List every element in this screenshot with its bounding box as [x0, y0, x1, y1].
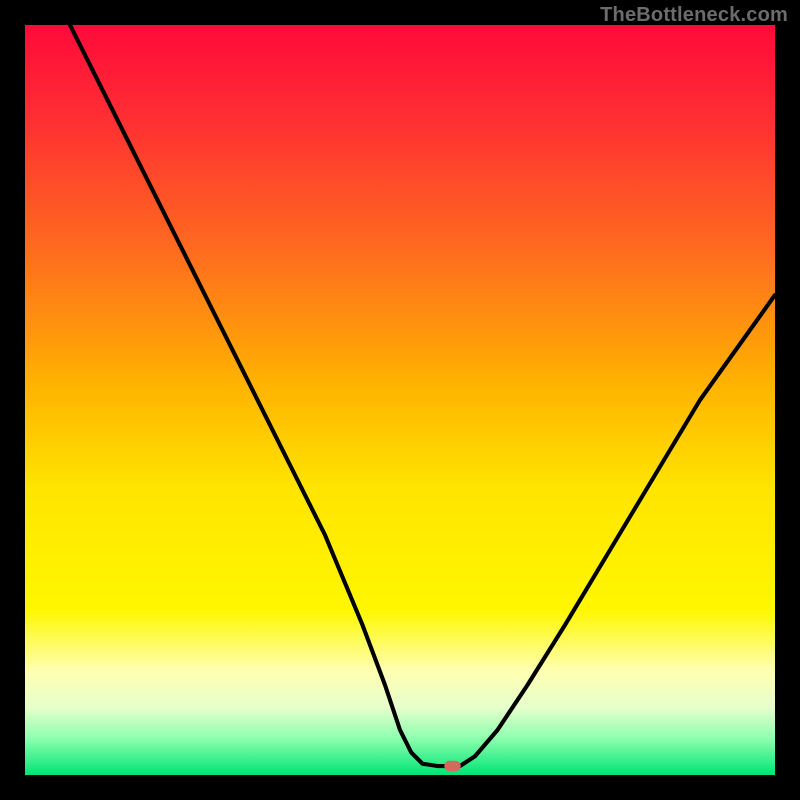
optimum-marker [444, 761, 461, 772]
gradient-background [25, 25, 775, 775]
bottleneck-chart [25, 25, 775, 775]
watermark-text: TheBottleneck.com [600, 4, 788, 27]
chart-frame: TheBottleneck.com [0, 0, 800, 800]
